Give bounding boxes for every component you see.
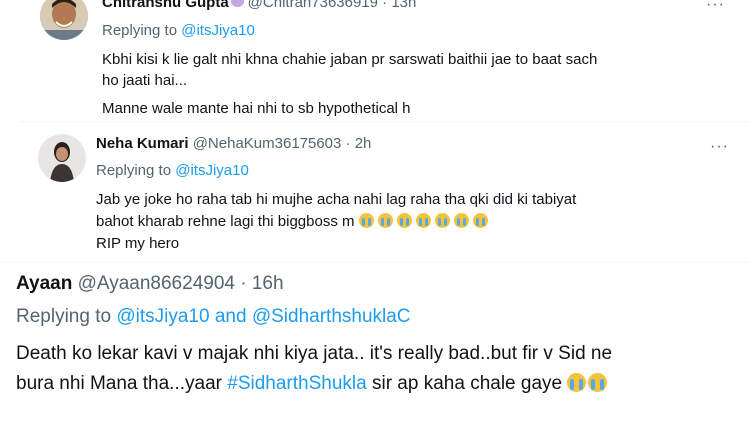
author-handle[interactable]: @Chitran73636919	[248, 0, 378, 11]
author-name[interactable]: Neha Kumari	[96, 135, 189, 152]
timestamp[interactable]: 2h	[355, 135, 372, 152]
mention-link[interactable]: @itsJiya10	[175, 162, 249, 179]
loudly-crying-emoji-icon	[567, 373, 587, 392]
loudly-crying-emoji-icon	[434, 213, 450, 228]
replying-to-label: Replying to	[102, 22, 178, 39]
hashtag-link[interactable]: #SidharthShukla	[227, 373, 366, 394]
more-options-icon[interactable]: ···	[706, 0, 725, 13]
tweet-ayaan[interactable]: Ayaan @Ayaan86624904 · 16h Replying to @…	[0, 263, 750, 421]
mention-link[interactable]: @itsJiya10	[181, 22, 255, 39]
emoji-group	[358, 213, 492, 230]
loudly-crying-emoji-icon	[588, 373, 608, 392]
tweet-text-line-with-emoji: bahot kharab rehne lagi thi biggboss m	[96, 211, 576, 233]
author-handle[interactable]: @NehaKum36175603	[193, 135, 342, 152]
loudly-crying-emoji-icon	[472, 213, 488, 228]
timestamp[interactable]: 13h	[391, 0, 416, 11]
tweet-text: Kbhi kisi k lie galt nhi khna chahie jab…	[102, 49, 597, 119]
tweet-text-line: Jab ye joke ho raha tab hi mujhe acha na…	[96, 191, 577, 208]
author-name[interactable]: Chitranshu Gupta	[102, 0, 229, 11]
tweet-text-line-with-hashtag: bura nhi Mana tha...yaar #SidharthShukla…	[16, 369, 612, 399]
loudly-crying-emoji-icon	[453, 213, 469, 228]
tweet-text-segment: bura nhi Mana tha...yaar	[16, 373, 222, 394]
more-options-icon[interactable]: ···	[710, 139, 729, 155]
tweet-text-line: RIP my hero	[96, 235, 180, 252]
tweet-text-line: Kbhi kisi k lie galt nhi khna chahie jab…	[102, 51, 598, 68]
tweet-text: Death ko lekar kavi v majak nhi kiya jat…	[16, 339, 612, 399]
tweet-text-segment: sir ap kaha chale gaye	[371, 373, 563, 394]
tweet-text-line: Manne wale mante hai nhi to sb hypotheti…	[102, 100, 411, 117]
dot-separator: ·	[240, 273, 247, 294]
avatar-photo	[38, 134, 86, 182]
replying-to-label: Replying to	[16, 306, 112, 327]
avatar-photo	[40, 0, 88, 40]
dot-separator: ·	[345, 135, 351, 152]
mention-link[interactable]: @SidharthshuklaC	[252, 306, 411, 327]
loudly-crying-emoji-icon	[396, 213, 412, 228]
author-name[interactable]: Ayaan	[16, 273, 72, 294]
tweet-text-line: Death ko lekar kavi v majak nhi kiya jat…	[16, 343, 613, 364]
verified-badge-icon	[230, 0, 244, 7]
avatar[interactable]	[38, 134, 86, 182]
emoji-group	[567, 373, 609, 394]
tweet-neha[interactable]: Neha Kumari @NehaKum36175603 · 2h ··· Re…	[0, 122, 750, 262]
timestamp[interactable]: 16h	[252, 273, 284, 294]
loudly-crying-emoji-icon	[358, 213, 374, 228]
tweet-text: Jab ye joke ho raha tab hi mujhe acha na…	[96, 189, 576, 255]
replying-to-label: Replying to	[96, 162, 172, 179]
tweet-chitranshu[interactable]: Chitranshu Gupta @Chitran73636919 · 13h ·…	[0, 0, 750, 120]
loudly-crying-emoji-icon	[377, 213, 393, 228]
mention-link[interactable]: @itsJiya10	[116, 306, 209, 327]
avatar[interactable]	[40, 0, 88, 40]
and-label: and	[214, 306, 247, 327]
tweet-text-segment: bahot kharab rehne lagi thi biggboss m	[96, 213, 355, 230]
author-handle[interactable]: @Ayaan86624904	[78, 273, 235, 294]
loudly-crying-emoji-icon	[415, 213, 431, 228]
tweet-text-line: ho jaati hai...	[102, 72, 188, 89]
dot-separator: ·	[382, 0, 388, 11]
